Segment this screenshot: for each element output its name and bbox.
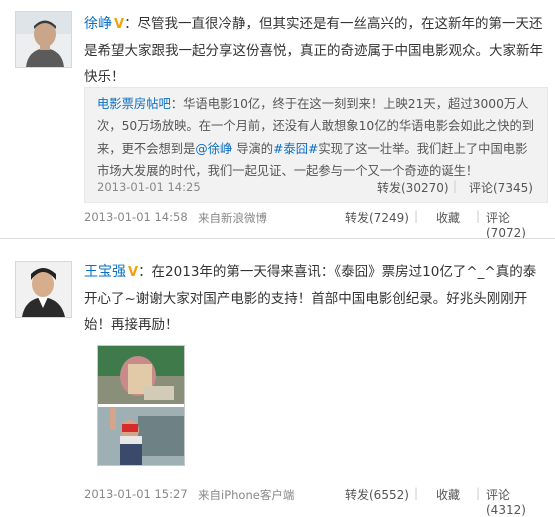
avatar-photo [16,12,71,67]
post-source[interactable]: 来自新浪微博 [198,210,267,226]
post-text: 徐峥 V：尽管我一直很冷静，但其实还是有一丝高兴的，在这新年的第一天还是希望大家跟… [84,11,544,90]
post-content: 徐峥 V：尽管我一直很冷静，但其实还是有一丝高兴的，在这新年的第一天还是希望大家跟… [84,11,544,90]
favorite-button[interactable]: 收藏 [436,209,460,226]
quote-body-part: 导演的 [232,141,274,156]
post-body: ：在2013年的第一天得来喜讯：《泰囧》票房过10亿了^_^真的泰开心了~谢谢大… [84,264,537,333]
avatar-photo [16,262,71,317]
favorite-button[interactable]: 收藏 [436,486,460,503]
reposted-quote: 电影票房帖吧：华语电影10亿，终于在这一刻到来！上映21天，超过3000万人次，… [84,87,548,203]
post-photo-thumbnail[interactable] [97,345,185,466]
weibo-feed: 徐峥 V：尽管我一直很冷静，但其实还是有一丝高兴的，在这新年的第一天还是希望大家跟… [0,0,555,517]
post-footer: 2013-01-01 15:27 来自iPhone客户端 转发(6552) | … [84,484,548,517]
photo-image [98,346,184,465]
quote-timestamp[interactable]: 2013-01-01 14:25 [97,180,201,194]
post-footer: 2013-01-01 14:58 来自新浪微博 转发(7249) | 收藏 | … [84,207,548,240]
post-body: ：尽管我一直很冷静，但其实还是有一丝高兴的，在这新年的第一天还是希望大家跟我一起… [84,16,543,85]
separator: | [476,209,481,223]
post-text: 王宝强 V：在2013年的第一天得来喜讯：《泰囧》票房过10亿了^_^真的泰开心了… [84,259,544,338]
verified-badge-icon: V [114,17,125,32]
feed-post: 王宝强 V：在2013年的第一天得来喜讯：《泰囧》票房过10亿了^_^真的泰开心了… [0,248,555,517]
quote-text: 电影票房帖吧：华语电影10亿，终于在这一刻到来！上映21天，超过3000万人次，… [97,93,537,183]
quote-author[interactable]: 电影票房帖吧 [97,97,171,111]
quote-comment-button[interactable]: 评论(7345) [469,179,533,196]
separator: | [414,209,419,223]
comment-button[interactable]: 评论(4312) [486,486,548,517]
post-divider [0,238,555,239]
quote-footer: 2013-01-01 14:25 转发(30270) | 评论(7345) [97,177,537,197]
post-timestamp[interactable]: 2013-01-01 15:27 [84,487,188,501]
topic-link[interactable]: #泰囧# [273,142,318,156]
separator: | [414,486,419,500]
feed-post: 徐峥 V：尽管我一直很冷静，但其实还是有一丝高兴的，在这新年的第一天还是希望大家跟… [0,0,555,240]
repost-button[interactable]: 转发(6552) [345,486,409,503]
mention-link[interactable]: @徐峥 [195,142,232,156]
avatar[interactable] [15,261,72,318]
post-source[interactable]: 来自iPhone客户端 [198,487,294,503]
comment-button[interactable]: 评论(7072) [486,209,548,240]
separator: | [453,179,458,193]
author-name[interactable]: 王宝强 [84,264,126,280]
post-timestamp[interactable]: 2013-01-01 14:58 [84,210,188,224]
post-content: 王宝强 V：在2013年的第一天得来喜讯：《泰囧》票房过10亿了^_^真的泰开心了… [84,259,544,338]
avatar[interactable] [15,11,72,68]
author-name[interactable]: 徐峥 [84,16,112,32]
separator: | [476,486,481,500]
verified-badge-icon: V [128,265,139,280]
quote-repost-button[interactable]: 转发(30270) [377,179,449,196]
repost-button[interactable]: 转发(7249) [345,209,409,226]
